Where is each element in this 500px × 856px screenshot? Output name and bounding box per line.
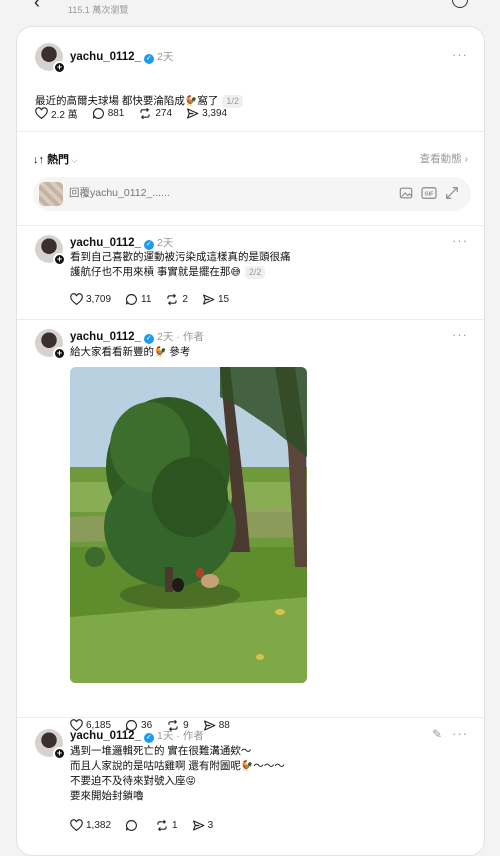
- divider: [17, 717, 484, 718]
- more-icon[interactable]: ···: [452, 327, 468, 342]
- grin-emoji-icon: 😝: [185, 776, 196, 787]
- avatar[interactable]: +: [35, 329, 66, 360]
- post-photo[interactable]: [70, 367, 307, 683]
- thread-card: + yachu_0112_ ✓ 2天 ··· 最近的高爾夫球場 都快要淪陷成🐓窩了 1…: [16, 26, 485, 856]
- like-button[interactable]: 1,382: [70, 819, 111, 832]
- post-actions: 1,382 1 3: [70, 817, 227, 833]
- repost-button[interactable]: 1: [155, 819, 178, 832]
- heart-icon: [70, 293, 83, 306]
- author-badge: 作者: [182, 730, 204, 742]
- repost-icon: [138, 107, 152, 120]
- repost-button[interactable]: 274: [138, 107, 172, 120]
- like-button[interactable]: 2.2 萬: [35, 106, 78, 121]
- share-button[interactable]: 3: [192, 819, 213, 832]
- follow-plus-icon[interactable]: +: [53, 747, 66, 760]
- share-button[interactable]: 88: [203, 719, 230, 732]
- chevron-down-icon: ⌵: [71, 155, 78, 165]
- follow-plus-icon[interactable]: +: [53, 347, 66, 360]
- share-icon: [192, 819, 205, 832]
- comment-icon: [125, 819, 138, 832]
- more-options-icon[interactable]: [452, 0, 468, 8]
- post-actions: 3,709 11 2 15: [70, 291, 243, 307]
- share-button[interactable]: 3,394: [186, 107, 227, 120]
- more-icon[interactable]: ···: [452, 233, 468, 248]
- share-icon: [202, 293, 215, 306]
- reply-input[interactable]: [69, 187, 349, 199]
- share-button[interactable]: 15: [202, 293, 229, 306]
- more-icon[interactable]: ···: [452, 47, 468, 62]
- repost-button[interactable]: 2: [165, 293, 188, 306]
- post-author[interactable]: yachu_0112_ ✓ 1天 · 作者: [70, 728, 204, 743]
- gif-icon[interactable]: GIF: [421, 186, 437, 200]
- verified-icon: ✓: [143, 334, 154, 344]
- heart-icon: [35, 107, 48, 120]
- more-icon[interactable]: ···: [452, 726, 468, 741]
- verified-icon: ✓: [143, 54, 154, 64]
- post-author[interactable]: yachu_0112_ ✓ 2天: [70, 49, 173, 64]
- avatar[interactable]: +: [35, 729, 66, 760]
- expand-icon[interactable]: [445, 186, 459, 200]
- follow-plus-icon[interactable]: +: [53, 61, 66, 74]
- share-icon: [203, 719, 216, 732]
- follow-plus-icon[interactable]: +: [53, 253, 66, 266]
- edit-pencil-icon[interactable]: ✎: [432, 727, 442, 741]
- divider: [17, 225, 484, 226]
- my-avatar: [39, 182, 63, 206]
- view-count: 115.1 萬次瀏覽: [68, 5, 129, 15]
- divider: [17, 131, 484, 132]
- chicken-emoji-icon: 🐓: [154, 347, 167, 358]
- share-icon: [186, 107, 199, 120]
- repost-icon: [165, 293, 179, 306]
- top-bar: ‹ 115.1 萬次瀏覽: [0, 0, 500, 22]
- verified-icon: ✓: [143, 240, 154, 250]
- svg-text:GIF: GIF: [425, 192, 435, 198]
- like-button[interactable]: 3,709: [70, 293, 111, 306]
- post-author[interactable]: yachu_0112_ ✓ 2天: [70, 235, 173, 250]
- repost-icon: [155, 819, 169, 832]
- divider: [17, 319, 484, 320]
- reply-box[interactable]: GIF: [33, 177, 471, 211]
- post-text: 遇到一堆邏輯死亡的 實在很難溝通欸～ 而且人家說的是咕咕雞啊 還有附圖呢🐓～～～…: [70, 745, 285, 802]
- view-activity-link[interactable]: 查看動態 ›: [420, 151, 468, 166]
- comment-button[interactable]: 11: [125, 293, 151, 306]
- post-text: 給大家看看新豐的🐓 參考: [70, 346, 191, 358]
- post-actions: 2.2 萬 881 274 3,394: [35, 105, 241, 121]
- avatar[interactable]: +: [35, 43, 66, 74]
- verified-icon: ✓: [143, 733, 154, 743]
- sort-dropdown[interactable]: ↓↑ 熱門 ⌵: [33, 151, 78, 167]
- comment-button[interactable]: [125, 819, 141, 832]
- avatar[interactable]: +: [35, 235, 66, 266]
- post-text: 看到自己喜歡的運動被污染成這樣真的是頭很痛 護航仔也不用來槓 事實就是擺在那😅 2…: [70, 251, 291, 279]
- page-indicator: 2/2: [244, 266, 266, 279]
- comment-button[interactable]: 881: [92, 107, 124, 120]
- back-arrow-icon[interactable]: ‹: [34, 0, 40, 13]
- post-author[interactable]: yachu_0112_ ✓ 2天 · 作者: [70, 329, 204, 344]
- post-time: 2天: [156, 51, 174, 63]
- sort-bar: ↓↑ 熱門 ⌵ 查看動態 ›: [17, 145, 484, 173]
- reply-tools: GIF: [399, 186, 459, 200]
- author-badge: 作者: [182, 331, 204, 343]
- comment-icon: [125, 293, 138, 306]
- heart-icon: [70, 819, 83, 832]
- chicken-emoji-icon: 🐓: [240, 761, 254, 772]
- sweat-smile-emoji-icon: 😅: [230, 267, 241, 278]
- comment-icon: [92, 107, 105, 120]
- image-icon[interactable]: [399, 186, 413, 200]
